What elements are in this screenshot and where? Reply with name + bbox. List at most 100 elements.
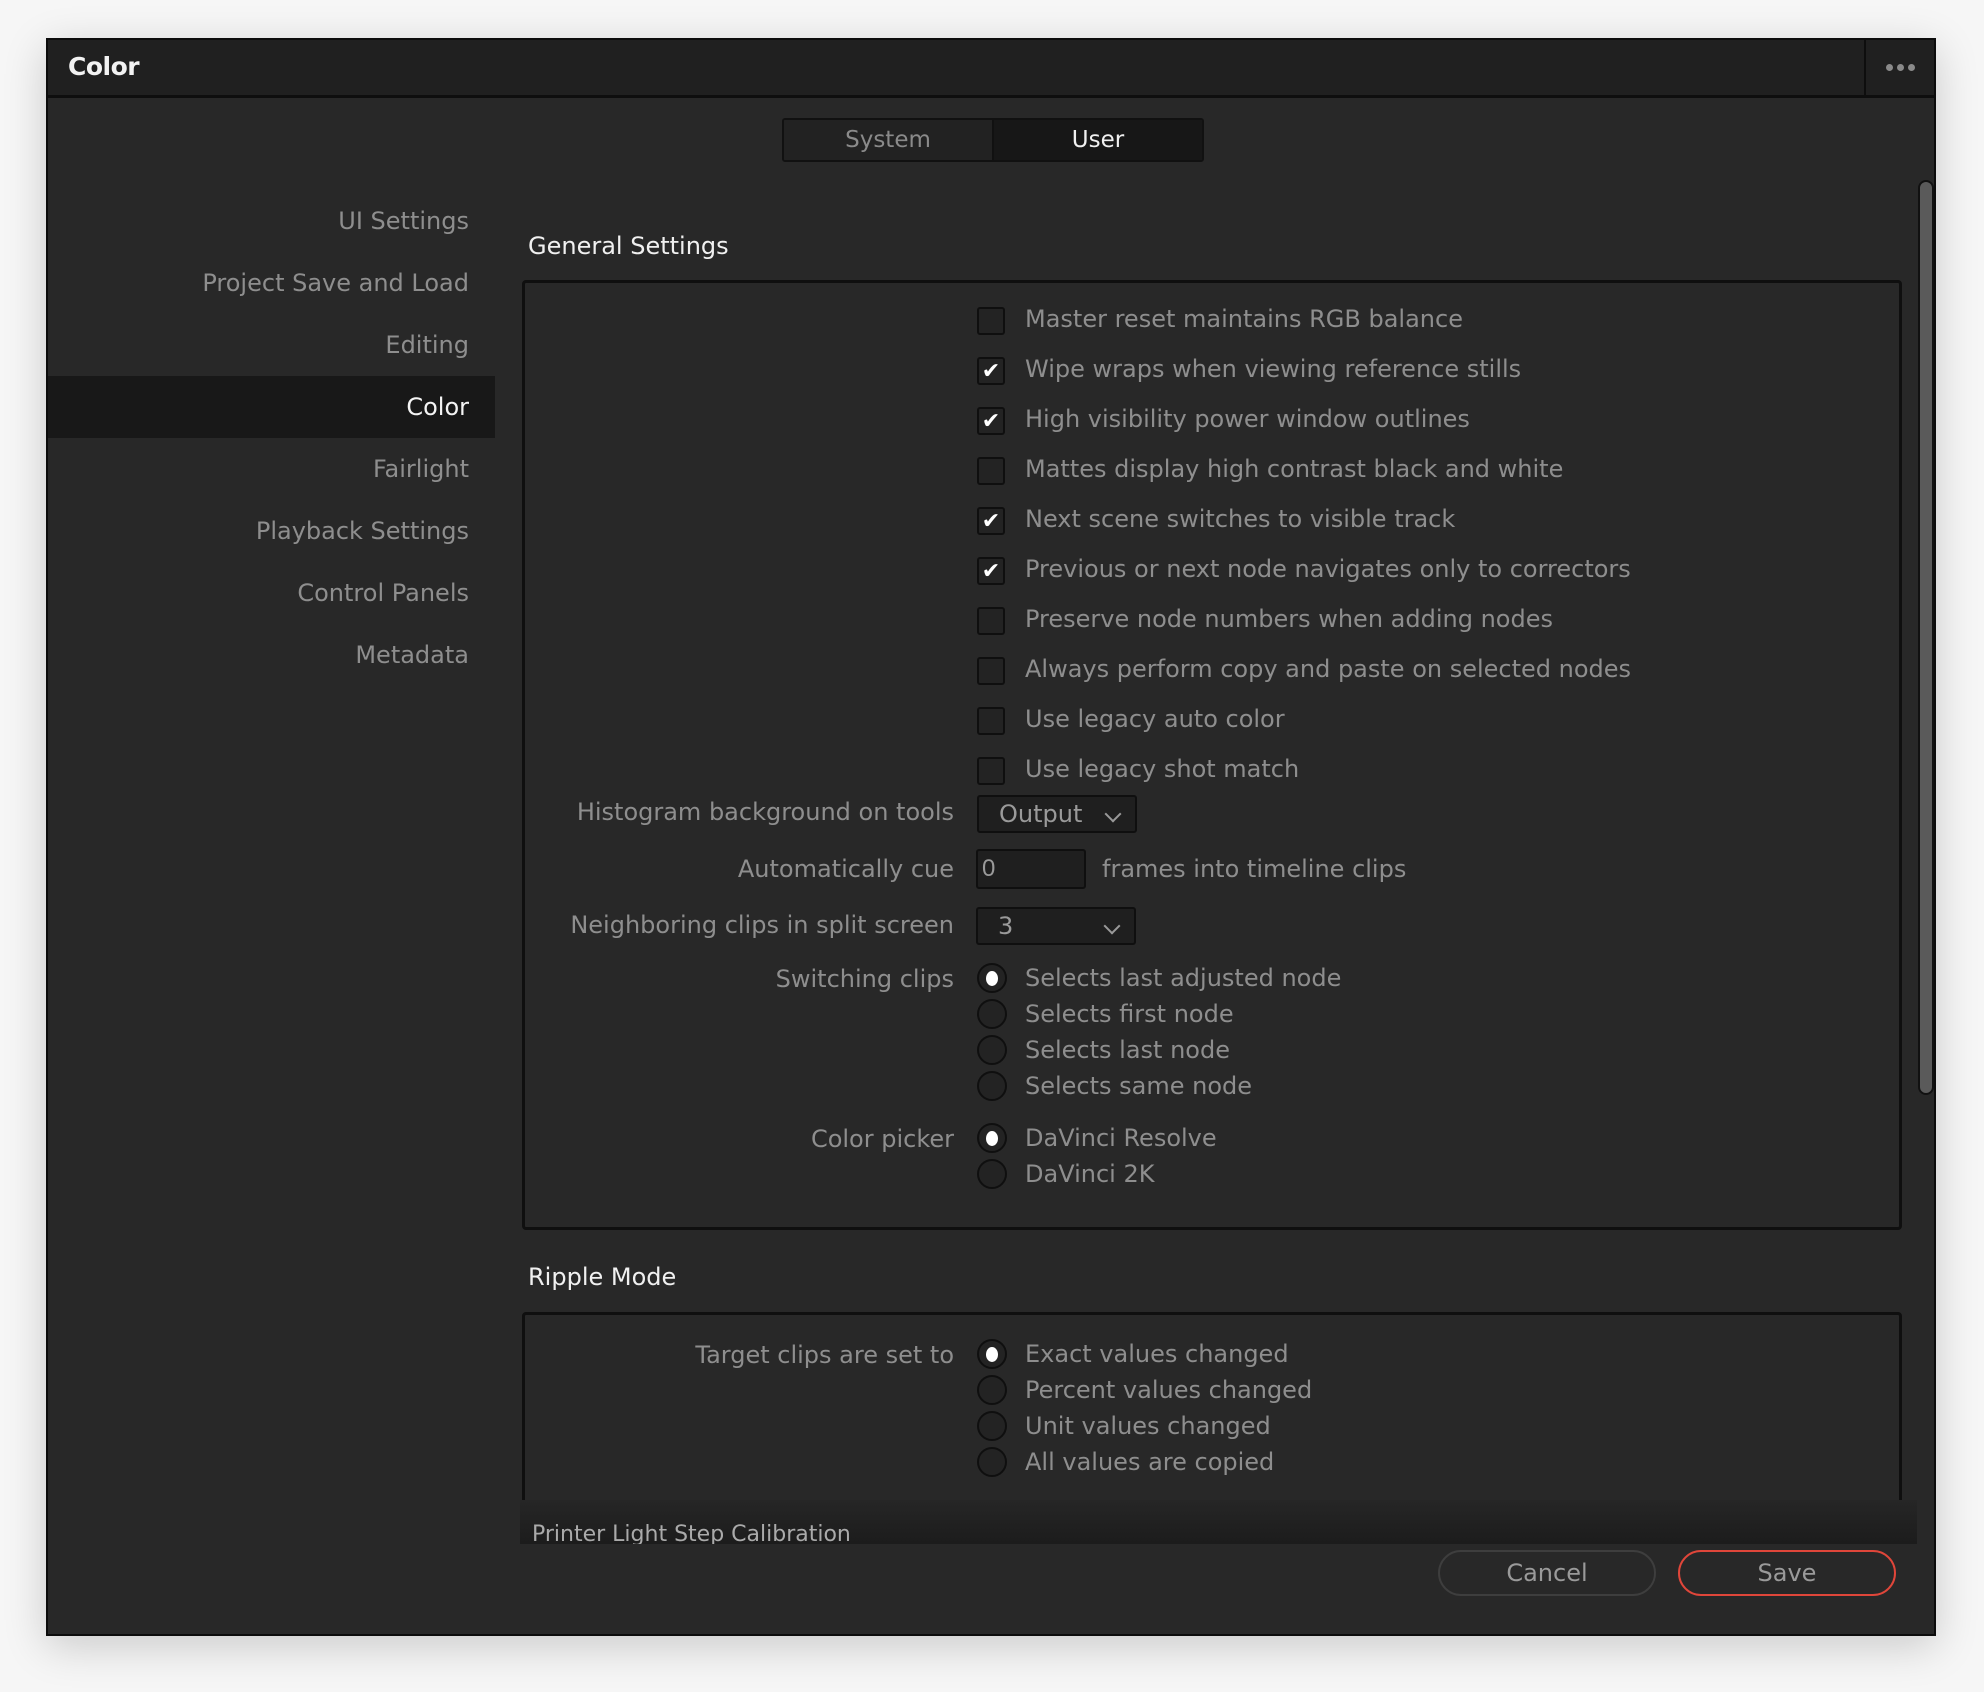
neighboring-clips-value: 3 xyxy=(998,912,1014,940)
checkbox-label[interactable]: Master reset maintains RGB balance xyxy=(1025,305,1463,333)
radio-selected-dot xyxy=(986,1130,998,1146)
checkbox-label[interactable]: Next scene switches to visible track xyxy=(1025,505,1455,533)
checkbox[interactable] xyxy=(977,307,1005,335)
checkbox-row: ✔ High visibility power window outlines xyxy=(525,403,1899,443)
checkbox-row: ✔ Previous or next node navigates only to… xyxy=(525,553,1899,593)
checkbox-row: Use legacy auto color xyxy=(525,703,1899,743)
general-settings-panel: Master reset maintains RGB balance ✔ Wipe … xyxy=(522,280,1902,1230)
checkbox-label[interactable]: High visibility power window outlines xyxy=(1025,405,1470,433)
settings-content: General Settings Master reset maintains … xyxy=(518,190,1918,1552)
neighboring-clips-label: Neighboring clips in split screen xyxy=(570,911,954,939)
switching-clips-option-label[interactable]: Selects same node xyxy=(1025,1072,1252,1100)
chevron-down-icon xyxy=(1103,917,1121,935)
sidebar: UI Settings Project Save and Load Editin… xyxy=(48,190,495,686)
tab-system[interactable]: System xyxy=(784,120,992,160)
histogram-select[interactable]: Output xyxy=(977,795,1137,833)
checkbox-label[interactable]: Use legacy shot match xyxy=(1025,755,1299,783)
radio-selected-dot xyxy=(986,970,998,986)
switching-clips-radio[interactable] xyxy=(977,1071,1007,1101)
checkbox[interactable] xyxy=(977,757,1005,785)
cancel-button[interactable]: Cancel xyxy=(1438,1550,1656,1596)
checkbox-row: Master reset maintains RGB balance xyxy=(525,303,1899,343)
target-clips-option-label[interactable]: Exact values changed xyxy=(1025,1340,1289,1368)
sidebar-item-playback-settings[interactable]: Playback Settings xyxy=(48,500,495,562)
switching-clips-radio[interactable] xyxy=(977,1035,1007,1065)
checkmark-icon: ✔ xyxy=(981,508,1001,534)
switching-clips-option-label[interactable]: Selects last node xyxy=(1025,1036,1230,1064)
preferences-window: Color System User UI Settings Project Sa… xyxy=(46,38,1936,1636)
target-clips-option-label[interactable]: Unit values changed xyxy=(1025,1412,1271,1440)
sidebar-item-fairlight[interactable]: Fairlight xyxy=(48,438,495,500)
sidebar-item-metadata[interactable]: Metadata xyxy=(48,624,495,686)
checkbox[interactable]: ✔ xyxy=(977,507,1005,535)
more-options-button[interactable] xyxy=(1864,40,1934,95)
auto-cue-input[interactable] xyxy=(976,849,1086,889)
ripple-mode-panel: Target clips are set to Exact values cha… xyxy=(522,1312,1902,1508)
checkbox-row: Always perform copy and paste on selecte… xyxy=(525,653,1899,693)
checkbox[interactable] xyxy=(977,707,1005,735)
switching-clips-option-label[interactable]: Selects last adjusted node xyxy=(1025,964,1341,992)
target-clips-radio[interactable] xyxy=(977,1375,1007,1405)
checkbox-row: Preserve node numbers when adding nodes xyxy=(525,603,1899,643)
checkbox[interactable] xyxy=(977,607,1005,635)
preferences-tabs: System User xyxy=(782,118,1204,162)
checkbox[interactable]: ✔ xyxy=(977,557,1005,585)
target-clips-option-label[interactable]: All values are copied xyxy=(1025,1448,1274,1476)
checkbox-label[interactable]: Previous or next node navigates only to … xyxy=(1025,555,1631,583)
neighboring-clips-select[interactable]: 3 xyxy=(976,907,1136,945)
checkbox[interactable]: ✔ xyxy=(977,407,1005,435)
target-clips-radio[interactable] xyxy=(977,1339,1007,1369)
sidebar-item-color[interactable]: Color xyxy=(48,376,495,438)
checkbox-row: ✔ Wipe wraps when viewing reference still… xyxy=(525,353,1899,393)
switching-clips-option-label[interactable]: Selects first node xyxy=(1025,1000,1234,1028)
radio-selected-dot xyxy=(986,1346,998,1362)
target-clips-label: Target clips are set to xyxy=(695,1341,954,1369)
color-picker-option-label[interactable]: DaVinci 2K xyxy=(1025,1160,1154,1188)
target-clips-radio[interactable] xyxy=(977,1411,1007,1441)
auto-cue-suffix: frames into timeline clips xyxy=(1102,855,1407,883)
ellipsis-icon xyxy=(1907,64,1915,71)
printer-light-title: Printer Light Step Calibration xyxy=(532,1522,851,1544)
save-button[interactable]: Save xyxy=(1678,1550,1896,1596)
checkbox-label[interactable]: Wipe wraps when viewing reference stills xyxy=(1025,355,1521,383)
general-settings-title: General Settings xyxy=(528,232,729,260)
color-picker-label: Color picker xyxy=(810,1125,954,1153)
ellipsis-icon xyxy=(1885,64,1893,71)
checkmark-icon: ✔ xyxy=(981,408,1001,434)
auto-cue-label: Automatically cue xyxy=(737,855,954,883)
sidebar-item-control-panels[interactable]: Control Panels xyxy=(48,562,495,624)
histogram-label: Histogram background on tools xyxy=(576,798,954,826)
sidebar-item-editing[interactable]: Editing xyxy=(48,314,495,376)
switching-clips-label: Switching clips xyxy=(775,965,954,993)
target-clips-option-label[interactable]: Percent values changed xyxy=(1025,1376,1312,1404)
checkbox-label[interactable]: Use legacy auto color xyxy=(1025,705,1285,733)
checkbox[interactable] xyxy=(977,657,1005,685)
checkbox-label[interactable]: Mattes display high contrast black and w… xyxy=(1025,455,1563,483)
checkbox-row: ✔ Next scene switches to visible track xyxy=(525,503,1899,543)
switching-clips-radio[interactable] xyxy=(977,963,1007,993)
chevron-down-icon xyxy=(1104,805,1122,823)
color-picker-radio[interactable] xyxy=(977,1123,1007,1153)
ellipsis-icon xyxy=(1896,64,1904,71)
title-bar: Color xyxy=(48,40,1934,98)
checkbox-label[interactable]: Always perform copy and paste on selecte… xyxy=(1025,655,1631,683)
target-clips-radio[interactable] xyxy=(977,1447,1007,1477)
checkmark-icon: ✔ xyxy=(981,358,1001,384)
color-picker-option-label[interactable]: DaVinci Resolve xyxy=(1025,1124,1217,1152)
checkbox[interactable]: ✔ xyxy=(977,357,1005,385)
checkbox-row: Mattes display high contrast black and w… xyxy=(525,453,1899,493)
color-picker-radio[interactable] xyxy=(977,1159,1007,1189)
content-scrollbar[interactable] xyxy=(1918,180,1934,1095)
window-title: Color xyxy=(68,52,140,81)
checkbox-row: Use legacy shot match xyxy=(525,753,1899,793)
checkbox[interactable] xyxy=(977,457,1005,485)
checkbox-label[interactable]: Preserve node numbers when adding nodes xyxy=(1025,605,1553,633)
sidebar-item-ui-settings[interactable]: UI Settings xyxy=(48,190,495,252)
checkmark-icon: ✔ xyxy=(981,558,1001,584)
printer-light-section-header: Printer Light Step Calibration xyxy=(520,1500,1917,1544)
sidebar-item-project-save-and-load[interactable]: Project Save and Load xyxy=(48,252,495,314)
tab-user[interactable]: User xyxy=(992,120,1202,160)
ripple-mode-title: Ripple Mode xyxy=(528,1263,677,1291)
switching-clips-radio[interactable] xyxy=(977,999,1007,1029)
histogram-value: Output xyxy=(999,800,1083,828)
